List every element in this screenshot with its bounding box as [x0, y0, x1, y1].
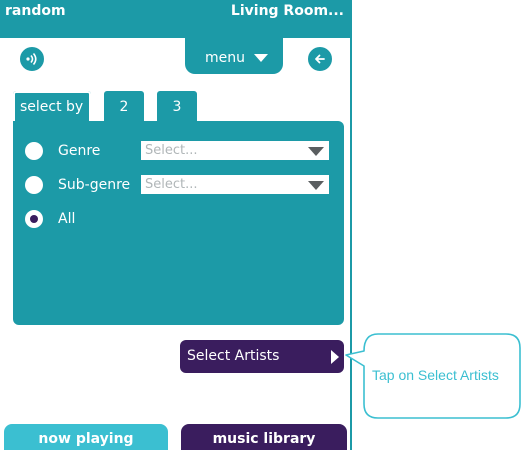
speaker-button[interactable] — [18, 45, 46, 73]
select-artists-label: Select Artists — [187, 348, 280, 364]
all-label: All — [58, 211, 76, 227]
tab-2[interactable]: 2 — [104, 91, 144, 123]
playlist-title: random — [5, 3, 66, 19]
callout-text: Tap on Select Artists — [372, 367, 499, 383]
chevron-down-icon — [308, 147, 324, 156]
device-screen: random Living Room... menu select by 2 3… — [0, 0, 352, 450]
chevron-down-icon — [254, 54, 268, 62]
genre-radio[interactable] — [25, 142, 43, 160]
tab-3-label: 3 — [172, 99, 182, 115]
chevron-down-icon — [308, 181, 324, 190]
genre-label: Genre — [58, 143, 101, 159]
back-arrow-icon — [315, 54, 325, 64]
music-library-label: music library — [212, 431, 316, 447]
back-button[interactable] — [306, 45, 334, 73]
tab-2-label: 2 — [119, 99, 129, 115]
genre-select[interactable]: Select... — [140, 140, 330, 161]
tab-music-library[interactable]: music library — [181, 424, 347, 450]
tab-now-playing[interactable]: now playing — [4, 424, 168, 450]
subgenre-radio[interactable] — [25, 176, 43, 194]
subgenre-select[interactable]: Select... — [140, 174, 330, 195]
tab-3[interactable]: 3 — [157, 91, 197, 123]
all-radio[interactable] — [25, 210, 43, 228]
subgenre-select-value: Select... — [145, 177, 198, 192]
play-arrow-icon — [331, 350, 339, 364]
subgenre-label: Sub-genre — [58, 177, 131, 193]
active-tab-outline — [13, 91, 91, 123]
menu-label: menu — [205, 50, 245, 66]
room-title: Living Room... — [230, 3, 344, 19]
select-artists-button[interactable]: Select Artists — [180, 340, 344, 373]
title-bar: random Living Room... — [0, 0, 350, 38]
speaker-icon — [26, 52, 37, 66]
genre-select-value: Select... — [145, 143, 198, 158]
now-playing-label: now playing — [38, 431, 134, 447]
